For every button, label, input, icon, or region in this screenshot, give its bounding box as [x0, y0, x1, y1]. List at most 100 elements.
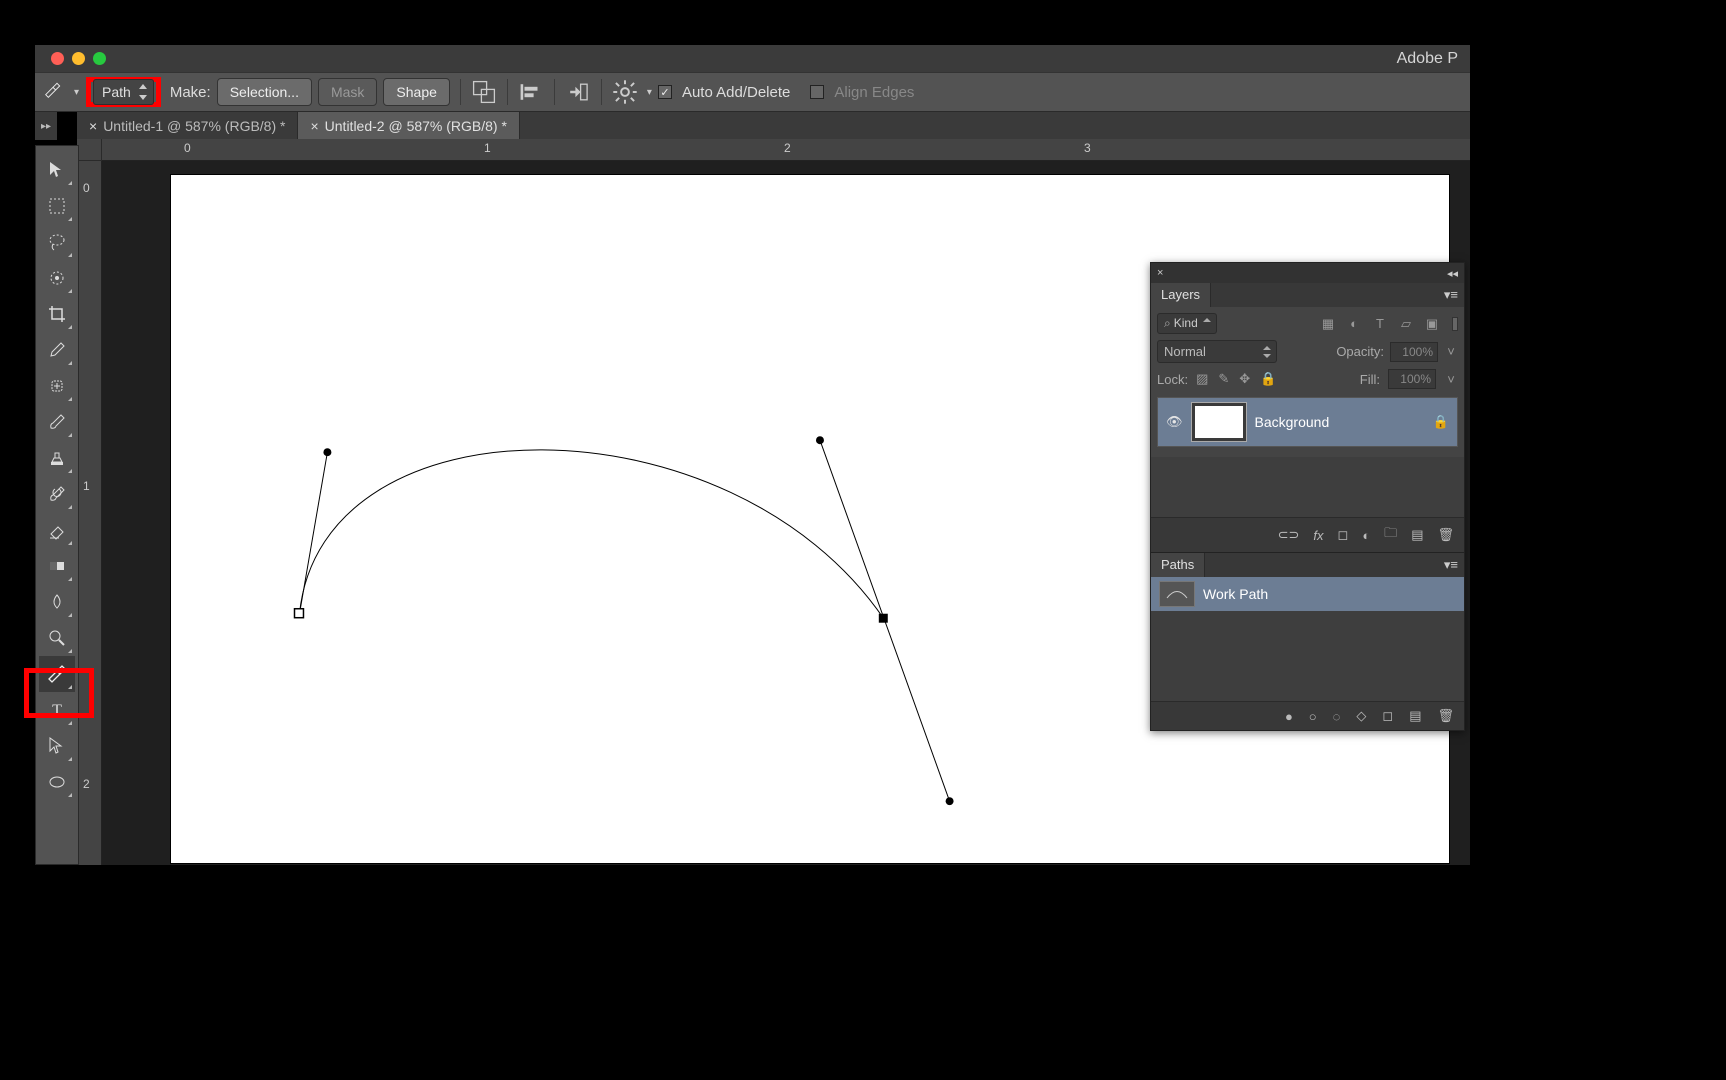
make-shape-button[interactable]: Shape	[383, 78, 449, 106]
document-tab[interactable]: × Untitled-1 @ 587% (RGB/8) *	[77, 112, 298, 140]
layer-mask-icon[interactable]: ◻	[1338, 527, 1349, 543]
path-to-selection-icon[interactable]: ◌	[1333, 709, 1341, 724]
filter-type-icon[interactable]: T	[1372, 316, 1388, 332]
adjustment-layer-icon[interactable]: ◐	[1362, 528, 1370, 543]
lock-transparent-icon[interactable]: ▨	[1196, 371, 1208, 387]
toolbox: T	[35, 145, 79, 865]
clone-stamp-tool[interactable]	[39, 440, 75, 476]
align-edges-checkbox[interactable]	[810, 85, 824, 99]
healing-brush-tool[interactable]	[39, 368, 75, 404]
delete-path-icon[interactable]: 🗑	[1437, 708, 1454, 724]
lasso-tool[interactable]	[39, 224, 75, 260]
minimize-window-button[interactable]	[72, 52, 85, 65]
pen-tool-icon[interactable]	[45, 82, 65, 102]
blur-tool[interactable]	[39, 584, 75, 620]
eyedropper-tool[interactable]	[39, 332, 75, 368]
layer-row[interactable]: 👁 Background 🔒	[1157, 397, 1458, 447]
layers-footer: ⊂⊃ fx ◻ ◐ 🗀 ▤ 🗑	[1151, 517, 1464, 552]
path-thumbnail[interactable]	[1159, 581, 1195, 607]
fill-label: Fill:	[1360, 372, 1380, 387]
panel-menu-icon[interactable]: ▾≡	[1438, 553, 1464, 577]
fill-path-icon[interactable]: ●	[1285, 709, 1293, 724]
collapse-panel-icon[interactable]: ◂◂	[1447, 267, 1458, 280]
lock-pixels-icon[interactable]: ✎	[1218, 371, 1229, 387]
layer-style-icon[interactable]: fx	[1313, 528, 1323, 543]
ruler-tick-label: 1	[83, 479, 90, 493]
opacity-field[interactable]: 100%	[1390, 342, 1438, 362]
new-layer-icon[interactable]: ▤	[1411, 527, 1423, 543]
window-title: Adobe P	[1397, 50, 1460, 68]
layers-panel: Kind ▦ ◐ T ▱ ▣ Normal Opacity: 100% ˅ Lo…	[1151, 307, 1464, 517]
link-layers-icon[interactable]: ⊂⊃	[1278, 527, 1300, 543]
move-tool[interactable]	[39, 152, 75, 188]
crop-tool[interactable]	[39, 296, 75, 332]
layer-thumbnail[interactable]	[1191, 402, 1247, 442]
add-mask-icon[interactable]: ◻	[1382, 708, 1393, 724]
layer-filter-dropdown[interactable]: Kind	[1157, 313, 1217, 334]
panel-menu-icon[interactable]: ▾≡	[1438, 283, 1464, 307]
traffic-lights	[51, 52, 106, 65]
type-tool[interactable]: T	[39, 692, 75, 728]
filter-pixel-icon[interactable]: ▦	[1320, 316, 1336, 332]
auto-add-delete-checkbox[interactable]	[658, 85, 672, 99]
delete-layer-icon[interactable]: 🗑	[1437, 527, 1454, 543]
layer-visibility-icon[interactable]: 👁	[1166, 414, 1183, 430]
collapsed-panel-toggle[interactable]: ▸▸	[35, 112, 57, 140]
history-brush-tool[interactable]	[39, 476, 75, 512]
path-row[interactable]: Work Path	[1151, 577, 1464, 611]
ruler-horizontal[interactable]: 0 1 2 3	[102, 139, 1470, 161]
blend-mode-dropdown[interactable]: Normal	[1157, 340, 1277, 363]
marquee-tool[interactable]	[39, 188, 75, 224]
opacity-flyout-icon[interactable]: ˅	[1444, 344, 1458, 359]
ruler-origin[interactable]	[77, 139, 102, 161]
layer-lock-icon[interactable]: 🔒	[1433, 414, 1449, 430]
filter-smart-icon[interactable]: ▣	[1424, 316, 1440, 332]
paths-tab[interactable]: Paths	[1151, 553, 1205, 577]
gear-caret-icon[interactable]: ▾	[647, 87, 652, 98]
layers-tab[interactable]: Layers	[1151, 283, 1211, 307]
make-selection-button[interactable]: Selection...	[217, 78, 312, 106]
filter-shape-icon[interactable]: ▱	[1398, 316, 1414, 332]
shape-tool[interactable]	[39, 764, 75, 800]
ruler-tick-label: 2	[83, 777, 90, 791]
close-tab-icon[interactable]: ×	[310, 118, 318, 134]
panels: × ◂◂ Layers ▾≡ Kind ▦ ◐ T ▱ ▣ Normal	[1150, 262, 1465, 731]
gradient-tool[interactable]	[39, 548, 75, 584]
fill-field[interactable]: 100%	[1388, 369, 1436, 389]
path-alignment-icon[interactable]	[518, 79, 544, 105]
path-arrangement-icon[interactable]	[565, 79, 591, 105]
gear-icon[interactable]	[612, 79, 638, 105]
fill-flyout-icon[interactable]: ˅	[1444, 372, 1458, 387]
make-label: Make:	[170, 84, 211, 101]
stroke-path-icon[interactable]: ○	[1309, 709, 1317, 724]
filter-adjustment-icon[interactable]: ◐	[1346, 316, 1362, 332]
close-tab-icon[interactable]: ×	[89, 118, 97, 134]
pen-tool[interactable]	[39, 656, 75, 692]
make-mask-button[interactable]: Mask	[318, 78, 377, 106]
lock-all-icon[interactable]: 🔒	[1260, 371, 1276, 387]
document-tabs: × Untitled-1 @ 587% (RGB/8) * × Untitled…	[77, 112, 1470, 140]
layer-group-icon[interactable]: 🗀	[1384, 524, 1397, 546]
ruler-vertical[interactable]: 0 1 2	[77, 161, 102, 865]
close-panel-icon[interactable]: ×	[1157, 267, 1163, 279]
new-path-icon[interactable]: ▤	[1409, 708, 1421, 724]
lock-position-icon[interactable]: ✥	[1239, 371, 1250, 387]
eraser-tool[interactable]	[39, 512, 75, 548]
path-operations-icon[interactable]	[471, 79, 497, 105]
tool-preset-caret-icon[interactable]: ▾	[74, 87, 79, 98]
close-window-button[interactable]	[51, 52, 64, 65]
paths-panel-tabs: Paths ▾≡	[1151, 553, 1464, 577]
selection-to-path-icon[interactable]: ◇	[1356, 708, 1366, 724]
path-name[interactable]: Work Path	[1203, 586, 1268, 602]
layer-name[interactable]: Background	[1255, 414, 1425, 430]
document-tab[interactable]: × Untitled-2 @ 587% (RGB/8) *	[298, 112, 519, 140]
options-bar: ▾ Path Make: Selection... Mask Shape ▾ A…	[35, 72, 1470, 112]
lock-label: Lock:	[1157, 372, 1188, 387]
quick-selection-tool[interactable]	[39, 260, 75, 296]
filter-toggle-icon[interactable]	[1452, 317, 1458, 331]
path-selection-tool[interactable]	[39, 728, 75, 764]
dodge-tool[interactable]	[39, 620, 75, 656]
tool-mode-dropdown[interactable]: Path	[93, 79, 154, 105]
zoom-window-button[interactable]	[93, 52, 106, 65]
brush-tool[interactable]	[39, 404, 75, 440]
